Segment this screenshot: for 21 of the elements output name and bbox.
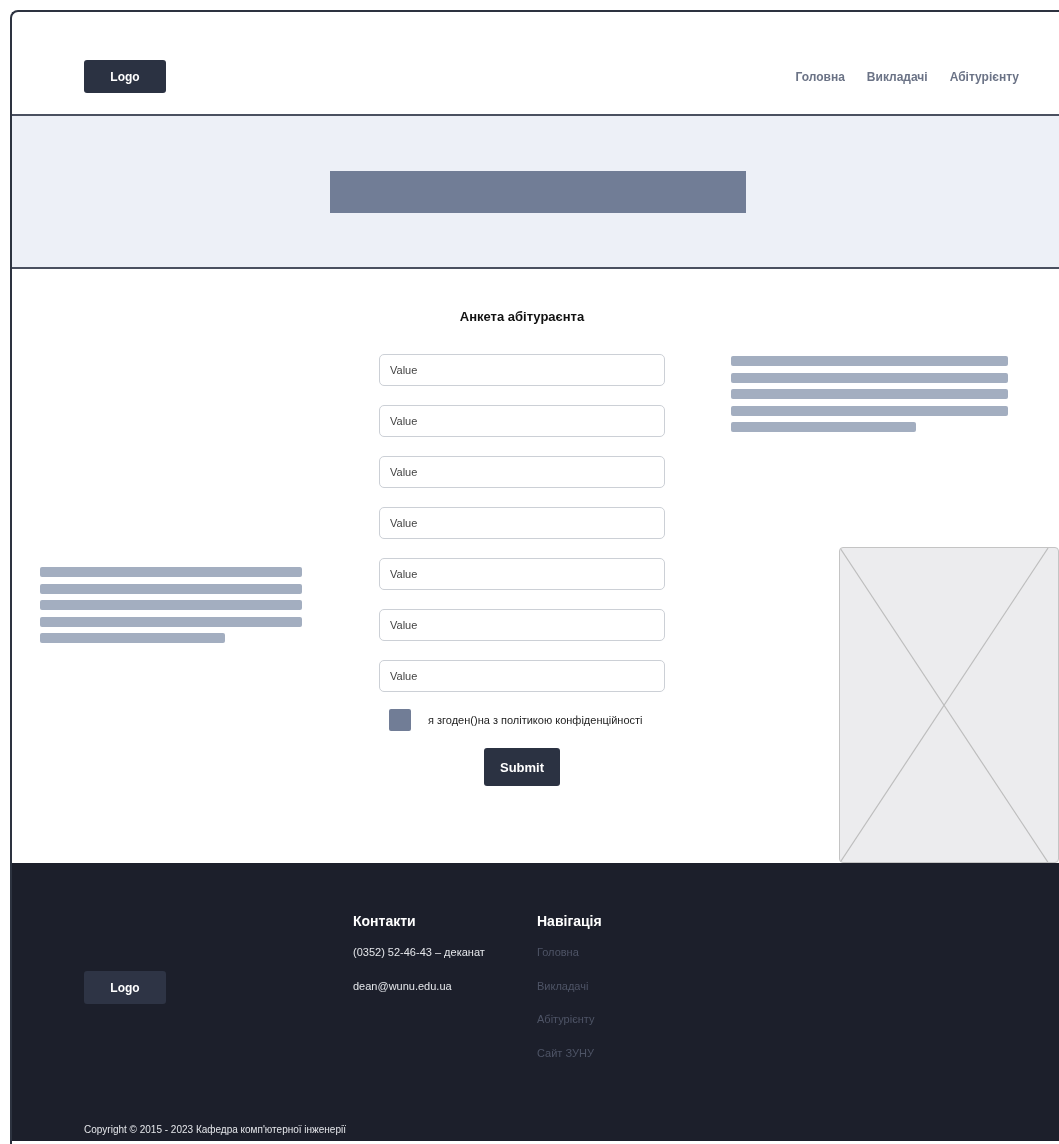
consent-label: я згоден()на з політикою конфіденційності bbox=[428, 714, 643, 726]
copyright-text: Copyright © 2015 - 2023 Кафедра комп'ютерної інженерії bbox=[84, 1124, 347, 1137]
logo-button[interactable]: Logo bbox=[84, 60, 166, 93]
nav-link[interactable]: Головна bbox=[795, 70, 845, 84]
input-field[interactable]: Value bbox=[379, 609, 665, 641]
navigation-heading: Навігація bbox=[537, 913, 603, 929]
logo-button[interactable]: Logo bbox=[84, 971, 166, 1004]
input-field[interactable]: Value bbox=[379, 558, 665, 590]
contacts-heading: Контакти bbox=[353, 913, 417, 929]
nav-link[interactable]: Абітурієнту bbox=[949, 70, 1019, 84]
input-field[interactable]: Value bbox=[379, 405, 665, 437]
checkbox[interactable] bbox=[389, 709, 411, 731]
input-field[interactable]: Value bbox=[379, 354, 665, 386]
submit-button[interactable]: Submit bbox=[484, 748, 560, 786]
nav-link[interactable]: Викладачі bbox=[866, 70, 928, 84]
input-field[interactable]: Value bbox=[379, 507, 665, 539]
input-field[interactable]: Value bbox=[379, 660, 665, 692]
input-field[interactable]: Value bbox=[379, 456, 665, 488]
contact-text: dean@wunu.edu.ua bbox=[353, 978, 453, 993]
contact-text: (0352) 52-46-43 – деканат bbox=[353, 945, 486, 959]
form-title: Анкета абітураєнта bbox=[459, 309, 585, 324]
